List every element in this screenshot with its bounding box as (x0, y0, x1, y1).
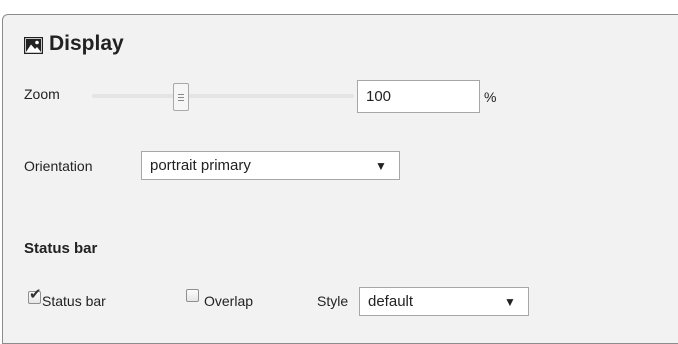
panel-title-text: Display (49, 32, 124, 55)
style-label: Style (317, 293, 349, 309)
zoom-input[interactable] (357, 80, 480, 113)
orientation-value: portrait primary (150, 157, 251, 174)
checkmark-icon: ✔ (29, 286, 42, 303)
overlap-checkbox-label[interactable]: Overlap (204, 293, 253, 309)
zoom-label: Zoom (24, 86, 60, 102)
grip-line (178, 97, 184, 98)
image-icon (23, 36, 44, 54)
status-bar-checkbox[interactable]: ✔ (28, 287, 42, 304)
style-select[interactable]: default ▼ (359, 287, 529, 316)
zoom-slider-handle[interactable] (173, 83, 189, 111)
grip-line (178, 94, 184, 95)
style-value: default (368, 293, 414, 310)
zoom-slider-track[interactable] (92, 94, 354, 98)
dropdown-arrow-icon: ▼ (375, 158, 387, 173)
orientation-label: Orientation (24, 158, 93, 174)
status-bar-heading: Status bar (24, 240, 98, 257)
orientation-select[interactable]: portrait primary ▼ (141, 151, 400, 180)
panel-title: Display (23, 31, 124, 57)
grip-line (178, 100, 184, 101)
zoom-unit: % (484, 89, 497, 105)
status-bar-checkbox-label[interactable]: Status bar (42, 293, 106, 309)
dropdown-arrow-icon: ▼ (504, 294, 516, 309)
overlap-checkbox[interactable] (186, 289, 199, 302)
